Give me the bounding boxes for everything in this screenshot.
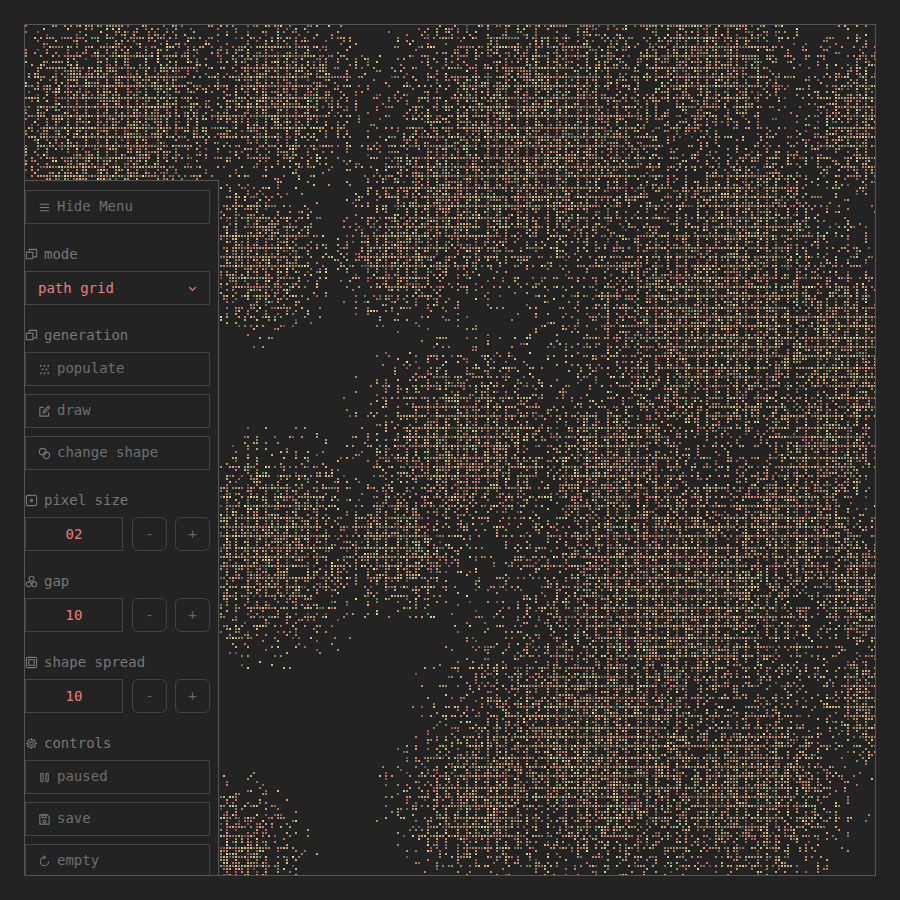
section-label-text: controls xyxy=(44,735,111,751)
populate-button-label: populate xyxy=(57,361,124,376)
stepper-value[interactable]: 10 xyxy=(25,598,123,632)
controls-buttons: paused save empty xyxy=(25,760,210,876)
pencil-icon xyxy=(38,405,51,418)
save-button-label: save xyxy=(57,811,91,826)
stepper-row: 02-+ xyxy=(25,517,210,551)
section-label-text: gap xyxy=(44,573,69,589)
draw-button[interactable]: draw xyxy=(25,394,210,428)
section-label-text: pixel size xyxy=(44,492,128,508)
mode-value: path grid xyxy=(38,278,114,299)
section-label: pixel size xyxy=(25,492,210,508)
generation-buttons: populate draw change shape xyxy=(25,352,210,470)
pause-button-label: paused xyxy=(57,769,108,784)
reset-icon xyxy=(38,855,51,868)
section-label: shape spread xyxy=(25,654,210,670)
section-label-text: mode xyxy=(44,246,78,262)
circles-icon xyxy=(38,447,51,460)
change-shape-button-label: change shape xyxy=(57,445,158,460)
stepper-section: pixel size 02-+ xyxy=(25,492,210,551)
pixel-icon xyxy=(25,494,38,507)
menu-panel: Hide Menu mode path grid generation populate… xyxy=(25,180,219,875)
decrement-button[interactable]: - xyxy=(132,598,167,632)
section-label: generation xyxy=(25,327,210,343)
populate-button[interactable]: populate xyxy=(25,352,210,386)
section-label: gap xyxy=(25,573,210,589)
stepper-row: 10-+ xyxy=(25,679,210,713)
dots-icon xyxy=(38,363,51,376)
floppy-icon xyxy=(38,813,51,826)
section-label: mode xyxy=(25,246,210,262)
save-button[interactable]: save xyxy=(25,802,210,836)
mode-section: mode path grid xyxy=(25,246,210,305)
draw-button-label: draw xyxy=(57,403,91,418)
layers-icon xyxy=(25,248,38,261)
stepper-value[interactable]: 10 xyxy=(25,679,123,713)
increment-button[interactable]: + xyxy=(175,517,210,551)
controls-section: controls paused save empty xyxy=(25,735,210,876)
menu-icon xyxy=(38,201,51,214)
pause-icon xyxy=(38,771,51,784)
section-label-text: generation xyxy=(44,327,128,343)
layers-icon xyxy=(25,329,38,342)
stepper-value[interactable]: 02 xyxy=(25,517,123,551)
hide-menu-button-label: Hide Menu xyxy=(57,199,133,214)
empty-button[interactable]: empty xyxy=(25,844,210,876)
square-icon xyxy=(25,656,38,669)
generation-section: generation populate draw change shape xyxy=(25,327,210,470)
increment-button[interactable]: + xyxy=(175,679,210,713)
gear-icon xyxy=(25,737,38,750)
decrement-button[interactable]: - xyxy=(132,517,167,551)
circles-icon xyxy=(25,575,38,588)
stepper-row: 10-+ xyxy=(25,598,210,632)
change-shape-button[interactable]: change shape xyxy=(25,436,210,470)
pause-button[interactable]: paused xyxy=(25,760,210,794)
section-label-text: shape spread xyxy=(44,654,145,670)
section-label: controls xyxy=(25,735,210,751)
empty-button-label: empty xyxy=(57,853,99,868)
decrement-button[interactable]: - xyxy=(132,679,167,713)
chevron-icon xyxy=(186,282,199,295)
mode-select[interactable]: path grid xyxy=(25,271,210,305)
stepper-section: shape spread 10-+ xyxy=(25,654,210,713)
canvas-frame: Hide Menu mode path grid generation populate… xyxy=(24,24,876,876)
stepper-section: gap 10-+ xyxy=(25,573,210,632)
increment-button[interactable]: + xyxy=(175,598,210,632)
hide-menu-button[interactable]: Hide Menu xyxy=(25,190,210,224)
